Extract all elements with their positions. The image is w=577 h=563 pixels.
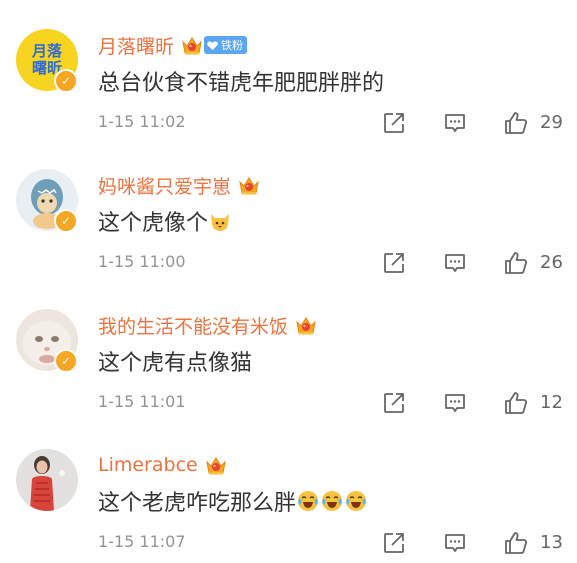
crown-icon — [204, 454, 228, 476]
crown-icon — [180, 34, 204, 56]
username[interactable]: 我的生活不能没有米饭 — [98, 312, 288, 339]
laugh-cry-emoji — [298, 491, 319, 511]
crown-icon — [294, 314, 318, 336]
comment-text: 这个老虎咋吃那么胖 — [98, 491, 297, 516]
comment-item: ✓ 妈咪酱只爱宇崽 这个虎像个 1-15 11:00 26 — [0, 140, 577, 280]
cat-face-emoji — [211, 214, 230, 231]
like-icon[interactable] — [504, 391, 528, 415]
fan-badge-label: 铁粉 — [221, 39, 244, 52]
reply-icon[interactable] — [443, 251, 467, 275]
comment-time: 1-15 11:00 — [98, 252, 186, 271]
like-count: 29 — [540, 112, 563, 133]
reply-icon[interactable] — [443, 111, 467, 135]
like-count: 26 — [540, 252, 563, 273]
share-icon[interactable] — [382, 251, 406, 275]
share-icon[interactable] — [382, 391, 406, 415]
like-count: 12 — [540, 392, 563, 413]
comment-list: 月落 曙昕 ✓ 月落曙昕 铁粉 总台伙食不错虎年肥肥胖胖的 1-15 11:02… — [0, 0, 577, 563]
comment-item: Limerabce 这个老虎咋吃那么胖 1-15 11:07 13 — [0, 420, 577, 560]
heart-icon — [207, 40, 218, 50]
comment-time: 1-15 11:02 — [98, 112, 186, 131]
avatar[interactable]: ✓ — [16, 309, 78, 373]
like-icon[interactable] — [504, 251, 528, 275]
person-avatar-image — [16, 449, 78, 511]
crown-icon — [237, 174, 261, 196]
like-icon[interactable] — [504, 111, 528, 135]
reply-icon[interactable] — [443, 391, 467, 415]
avatar[interactable]: 月落 曙昕 ✓ — [16, 29, 78, 93]
avatar-text-line: 月落 — [31, 42, 62, 60]
comment-time: 1-15 11:01 — [98, 392, 186, 411]
username[interactable]: Limerabce — [98, 454, 198, 476]
comment-text: 总台伙食不错虎年肥肥胖胖的 — [98, 71, 385, 96]
avatar[interactable]: ✓ — [16, 169, 78, 233]
like-count: 13 — [540, 532, 563, 553]
username[interactable]: 月落曙昕 — [98, 32, 174, 59]
share-icon[interactable] — [382, 111, 406, 135]
verified-icon: ✓ — [54, 209, 78, 233]
like-icon[interactable] — [504, 531, 528, 555]
comment-item: ✓ 我的生活不能没有米饭 这个虎有点像猫 1-15 11:01 12 — [0, 280, 577, 420]
comment-text: 这个虎像个 — [98, 211, 209, 236]
comment-text: 这个虎有点像猫 — [98, 351, 253, 376]
verified-icon: ✓ — [54, 69, 78, 93]
fan-badge: 铁粉 — [204, 36, 248, 54]
username[interactable]: 妈咪酱只爱宇崽 — [98, 172, 231, 199]
laugh-cry-emoji — [322, 491, 343, 511]
reply-icon[interactable] — [443, 531, 467, 555]
comment-item: 月落 曙昕 ✓ 月落曙昕 铁粉 总台伙食不错虎年肥肥胖胖的 1-15 11:02… — [0, 0, 577, 140]
verified-icon: ✓ — [54, 349, 78, 373]
comment-time: 1-15 11:07 — [98, 532, 186, 551]
avatar[interactable] — [16, 449, 78, 511]
share-icon[interactable] — [382, 531, 406, 555]
laugh-cry-emoji — [346, 491, 367, 511]
